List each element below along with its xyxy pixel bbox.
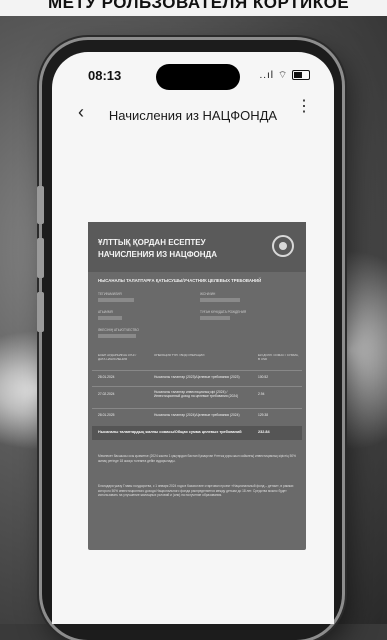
birthdate-label: ТУҒАН КҮНІ/ДАТА РОЖДЕНИЯ (200, 310, 247, 314)
table-header-type: ОПЕРАЦИЯ ТҮРІ / ВИД ОПЕРАЦИИ (154, 353, 205, 357)
table-row: 28.01.2025 Нысаналы талаптар (2024)/Целе… (92, 408, 302, 421)
row-type: Нысаналы талаптар (2023)/Целевые требова… (154, 375, 240, 379)
more-options-button[interactable]: ⋮ (296, 99, 312, 115)
phone-screen: 08:13 ..ıl ⌔ ‹ Начисления из НАЦФОНДА ⋮ … (52, 52, 334, 624)
document-subtitle: НЫСАНАЛЫ ТАЛАПТАРҒА ҚАТЫСУШЫ/УЧАСТНИК ЦЕ… (98, 278, 262, 283)
dynamic-island (156, 64, 240, 90)
birthdate-value-redacted (200, 316, 230, 320)
row-date: 28.01.2025 (98, 413, 115, 417)
table-header-sum: ЕКІ ДОЛЛ. СОМАС / СУММА, В USD (258, 353, 299, 361)
patronymic-label: ӘКЕСІНІҢ АТЫ/ОТЧЕСТВО (98, 328, 139, 332)
surname-label: ТЕГІ/ФАМИЛИЯ (98, 292, 122, 296)
table-row: 27.02.2024 Нысаналы талаптар инвестициял… (92, 386, 302, 405)
document-header: ҰЛТТЫҚ ҚОРДАН ЕСЕПТЕУ НАЧИСЛЕНИЯ ИЗ НАЦФ… (88, 222, 306, 272)
table-total-row: Нысаналы талаптардың жалпы сомасы/Общая … (92, 426, 302, 440)
row-date: 27.02.2024 (98, 392, 115, 396)
note-ru: Благодаря указу Главы государства, с 1 я… (98, 484, 294, 498)
status-bar: 08:13 ..ıl ⌔ (52, 52, 334, 96)
statement-document: ҰЛТТЫҚ ҚОРДАН ЕСЕПТЕУ НАЧИСЛЕНИЯ ИЗ НАЦФ… (88, 222, 306, 550)
signal-icon: ..ıl (259, 70, 275, 81)
row-type: Нысаналы талаптар (2024)/Целевые требова… (154, 413, 240, 417)
row-type: Нысаналы талаптар инвестициялық кірі (20… (154, 390, 239, 399)
document-title-ru: НАЧИСЛЕНИЯ ИЗ НАЦФОНДА (98, 250, 218, 259)
note-kz: Мемлекет басшысы осы қызметке (2024 жылғ… (98, 454, 296, 463)
fund-logo-icon (272, 235, 294, 257)
banner-text: МЕТУ РОЛЬЗОВАТЕЛЯ КОРТИКОЕ (48, 0, 350, 12)
row-sum: 2.94 (258, 392, 265, 396)
row-sum: 129.38 (258, 413, 269, 417)
total-value: 232.84 (258, 430, 270, 434)
nav-bar: ‹ Начисления из НАЦФОНДА ⋮ (52, 99, 334, 130)
row-sum: 100.52 (258, 375, 269, 379)
volume-down-button (37, 292, 44, 332)
battery-icon (292, 70, 310, 81)
volume-up-button (37, 238, 44, 278)
row-date: 28.01.2024 (98, 375, 115, 379)
table-header-date: ЕСЕП АУДАРЫЛҒАН КҮНІ / ДАТА НАЧИСЛЕНИЯ (98, 353, 137, 361)
iin-value-redacted (200, 298, 240, 302)
action-button (37, 186, 44, 224)
status-time: 08:13 (88, 68, 122, 83)
system-icons: ..ıl ⌔ (259, 69, 310, 82)
top-banner: МЕТУ РОЛЬЗОВАТЕЛЯ КОРТИКОЕ (0, 0, 387, 16)
surname-value-redacted (98, 298, 134, 302)
wifi-icon: ⌔ (277, 70, 289, 81)
name-value-redacted (98, 316, 122, 320)
name-label: АТЫ/ИМЯ (98, 310, 113, 314)
total-label: Нысаналы талаптардың жалпы сомасы/Общая … (98, 430, 242, 434)
page-title: Начисления из НАЦФОНДА (108, 108, 278, 123)
document-title-kz: ҰЛТТЫҚ ҚОРДАН ЕСЕПТЕУ (98, 238, 206, 247)
iin-label: ЖСН/ИИН (200, 292, 216, 296)
patronymic-value-redacted (98, 334, 136, 338)
table-row: 28.01.2024 Нысаналы талаптар (2023)/Целе… (92, 370, 302, 383)
